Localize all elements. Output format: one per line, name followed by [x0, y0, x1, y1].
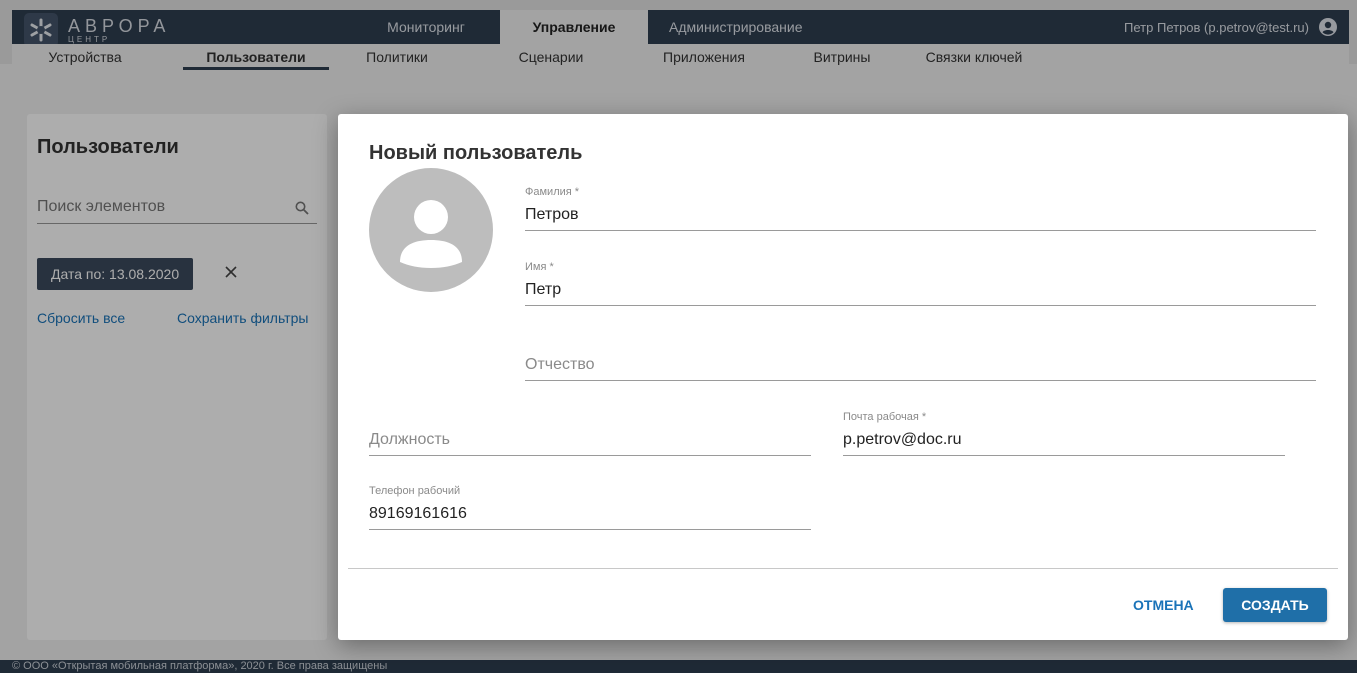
position-field[interactable]: Должность	[369, 407, 811, 456]
user-placeholder-icon	[400, 200, 462, 268]
middle-name-field[interactable]: Отчество	[525, 332, 1316, 381]
last-name-field[interactable]: Фамилия * Петров	[525, 182, 1316, 231]
dialog-divider	[348, 568, 1338, 569]
last-name-value: Петров	[525, 206, 579, 223]
work-phone-label: Телефон рабочий	[369, 485, 461, 497]
work-phone-field[interactable]: Телефон рабочий 89169161616	[369, 481, 811, 530]
avatar[interactable]	[369, 168, 493, 292]
middle-name-placeholder: Отчество	[525, 356, 595, 373]
first-name-value: Петр	[525, 281, 562, 298]
dialog-title: Новый пользователь	[369, 142, 583, 164]
position-placeholder: Должность	[369, 431, 450, 448]
work-email-field[interactable]: Почта рабочая * p.petrov@doc.ru	[843, 407, 1285, 456]
last-name-label: Фамилия *	[525, 186, 580, 198]
first-name-label: Имя *	[525, 261, 554, 273]
work-email-value: p.petrov@doc.ru	[843, 431, 962, 448]
work-email-label: Почта рабочая *	[843, 411, 927, 423]
work-phone-value: 89169161616	[369, 505, 467, 522]
first-name-field[interactable]: Имя * Петр	[525, 257, 1316, 306]
create-button[interactable]: СОЗДАТЬ	[1223, 588, 1327, 622]
cancel-button[interactable]: ОТМЕНА	[1121, 589, 1206, 621]
new-user-dialog: Новый пользователь Фамилия * Петров Имя …	[338, 114, 1348, 640]
